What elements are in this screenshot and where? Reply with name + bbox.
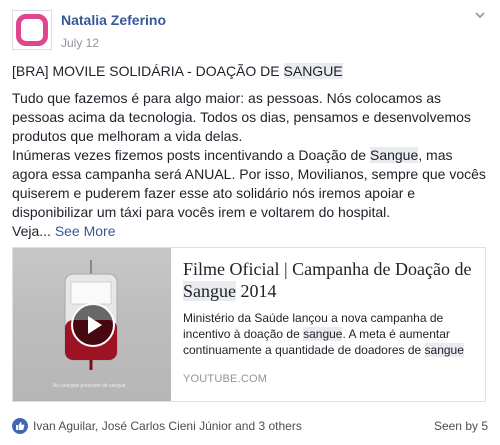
post-text: [BRA] MOVILE SOLIDÁRIA - DOAÇÃO DE SANGU…	[12, 62, 490, 241]
post-title: [BRA] MOVILE SOLIDÁRIA - DOAÇÃO DE SANGU…	[12, 62, 490, 81]
video-thumbnail[interactable]: As cirurgias precisam de sangue	[13, 248, 171, 401]
card-description: Ministério da Saúde lançou a nova campan…	[183, 310, 473, 358]
likers-list[interactable]: Ivan Aguilar, José Carlos Cieni Júnior a…	[33, 419, 302, 433]
post-truncation: Veja... See More	[12, 222, 490, 241]
card-body: Filme Oficial | Campanha de Doação de Sa…	[171, 248, 485, 401]
chevron-down-icon[interactable]	[474, 8, 486, 24]
card-title-text: Filme Oficial | Campanha de Doação de	[183, 259, 472, 279]
like-icon[interactable]	[12, 418, 28, 434]
card-title-highlight: Sangue	[183, 281, 236, 301]
see-more-link[interactable]: See More	[55, 223, 116, 239]
play-icon[interactable]	[71, 303, 115, 347]
author-name[interactable]: Natalia Zeferino	[61, 12, 166, 28]
thumbnail-caption: As cirurgias precisam de sangue	[53, 383, 126, 389]
link-preview-card[interactable]: As cirurgias precisam de sangue Filme Of…	[12, 247, 486, 402]
card-domain: YOUTUBE.COM	[183, 373, 268, 385]
post-paragraph-1: Tudo que fazemos é para algo maior: as p…	[12, 90, 471, 144]
post-paragraph-2: Inúmeras vezes fizemos posts incentivand…	[12, 146, 490, 222]
author-avatar[interactable]	[12, 10, 52, 50]
post-footer: Ivan Aguilar, José Carlos Cieni Júnior a…	[12, 416, 488, 436]
post-date[interactable]: July 12	[61, 36, 99, 50]
post-title-highlight: SANGUE	[283, 63, 343, 79]
paragraph-2-highlight: Sangue	[369, 147, 419, 163]
feed-post: Natalia Zeferino July 12 [BRA] MOVILE SO…	[0, 0, 500, 445]
card-desc-highlight-1: sangue	[303, 327, 343, 341]
card-desc-highlight-2: sangue	[424, 343, 464, 357]
avatar-logo-icon	[16, 14, 48, 46]
post-title-text: [BRA] MOVILE SOLIDÁRIA - DOAÇÃO DE	[12, 63, 284, 79]
paragraph-2-start: Inúmeras vezes fizemos posts incentivand…	[12, 147, 370, 163]
card-title[interactable]: Filme Oficial | Campanha de Doação de Sa…	[183, 258, 473, 302]
truncated-text: Veja...	[12, 223, 51, 239]
card-title-year: 2014	[236, 281, 277, 301]
seen-by-count[interactable]: Seen by 5	[434, 419, 488, 433]
